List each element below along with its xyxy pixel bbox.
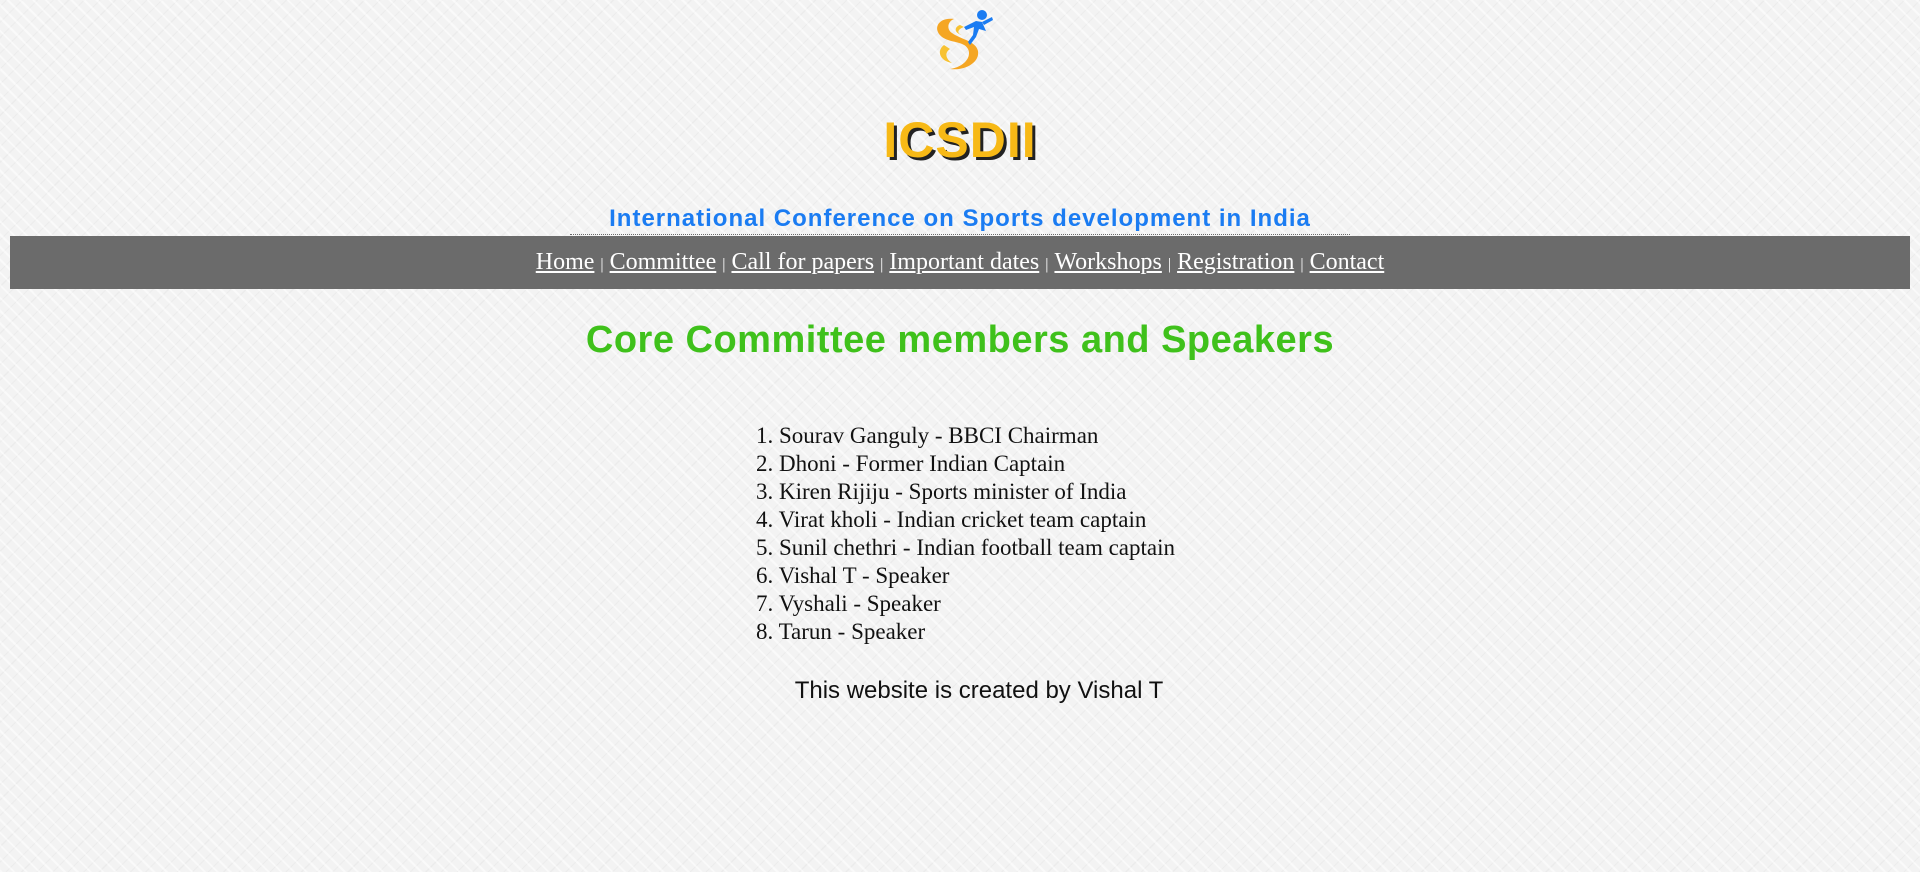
list-item-number: 3.: [756, 479, 774, 504]
nav-bar: Home | Committee | Call for papers | Imp…: [10, 236, 1910, 289]
members-list: 1. Sourav Ganguly - BBCI Chairman 2. Dho…: [756, 422, 1175, 646]
subtitle-container: International Conference on Sports devel…: [570, 204, 1350, 235]
list-item: 7. Vyshali - Speaker: [756, 590, 1175, 618]
nav-link-workshops[interactable]: Workshops: [1054, 249, 1161, 276]
site-subtitle: International Conference on Sports devel…: [609, 205, 1311, 232]
nav-separator: |: [600, 255, 604, 273]
nav-link-committee[interactable]: Committee: [610, 249, 717, 276]
list-item-text: Virat kholi - Indian cricket team captai…: [778, 507, 1147, 532]
nav-link-registration[interactable]: Registration: [1177, 249, 1294, 276]
nav-separator: |: [1045, 255, 1049, 273]
nav-separator: |: [722, 255, 726, 273]
list-item-number: 7.: [756, 591, 774, 616]
list-item-number: 5.: [756, 535, 774, 560]
list-item: 6. Vishal T - Speaker: [756, 562, 1175, 590]
list-item: 8. Tarun - Speaker: [756, 618, 1175, 646]
list-item-text: Vishal T - Speaker: [778, 563, 950, 588]
list-item-number: 8.: [756, 619, 774, 644]
nav-link-home[interactable]: Home: [536, 249, 595, 276]
list-item: 5. Sunil chethri - Indian football team …: [756, 534, 1175, 562]
list-item-text: Dhoni - Former Indian Captain: [779, 451, 1066, 476]
nav-link-call-for-papers[interactable]: Call for papers: [731, 249, 874, 276]
nav-link-important-dates[interactable]: Important dates: [889, 249, 1039, 276]
list-item-text: Vyshali - Speaker: [778, 591, 941, 616]
list-item: 4. Virat kholi - Indian cricket team cap…: [756, 506, 1175, 534]
section-heading: Core Committee members and Speakers: [585, 319, 1335, 361]
list-item-text: Sourav Ganguly - BBCI Chairman: [779, 423, 1099, 448]
site-title: ICSDII: [883, 112, 1037, 168]
list-item-number: 2.: [756, 451, 774, 476]
list-item: 1. Sourav Ganguly - BBCI Chairman: [756, 422, 1175, 450]
list-item-number: 6.: [756, 563, 774, 588]
list-item-text: Kiren Rijiju - Sports minister of India: [779, 479, 1127, 504]
list-item-text: Tarun - Speaker: [778, 619, 926, 644]
list-item-text: Sunil chethri - Indian football team cap…: [779, 535, 1175, 560]
sports-logo-icon: [937, 10, 993, 70]
list-item-number: 4.: [756, 507, 774, 532]
list-item: 2. Dhoni - Former Indian Captain: [756, 450, 1175, 478]
nav-separator: |: [1167, 255, 1172, 273]
list-item-number: 1.: [756, 423, 774, 448]
nav-separator: |: [880, 255, 884, 273]
nav-link-contact[interactable]: Contact: [1310, 249, 1385, 276]
list-item: 3. Kiren Rijiju - Sports minister of Ind…: [756, 478, 1175, 506]
footer-credit: This website is created by Vishal T: [794, 677, 1164, 704]
nav-separator: |: [1300, 255, 1304, 273]
